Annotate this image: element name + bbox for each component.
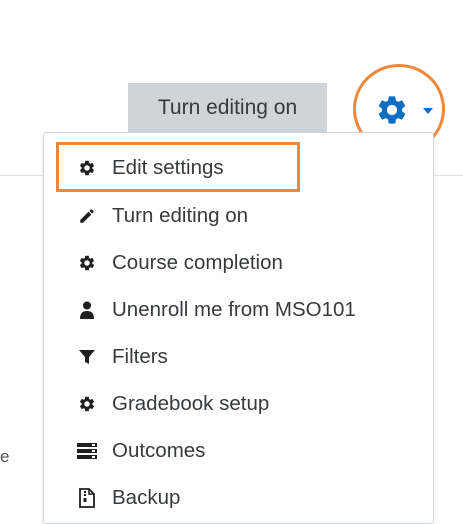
menu-item-turn-editing-on[interactable]: Turn editing on [76, 204, 248, 228]
divider-line [0, 175, 44, 176]
menu-item-filters[interactable]: Filters [76, 345, 168, 369]
menu-item-label: Outcomes [112, 439, 206, 462]
cropped-text: e [0, 447, 10, 466]
file-archive-icon [76, 488, 98, 508]
gear-icon [378, 96, 406, 124]
divider-line-right [432, 175, 463, 176]
server-icon [76, 441, 98, 461]
menu-item-label: Turn editing on [112, 204, 248, 227]
menu-item-edit-settings[interactable]: Edit settings [76, 156, 224, 180]
turn-editing-on-button[interactable]: Turn editing on [128, 83, 327, 133]
gear-icon [76, 253, 98, 273]
menu-item-unenroll[interactable]: Unenroll me from MSO101 [76, 298, 356, 322]
menu-item-label: Course completion [112, 251, 283, 274]
pencil-icon [76, 206, 98, 226]
gear-icon [76, 158, 98, 178]
menu-item-label: Backup [112, 486, 181, 509]
menu-item-course-completion[interactable]: Course completion [76, 251, 283, 275]
gear-icon [76, 394, 98, 414]
menu-item-label: Filters [112, 345, 168, 368]
menu-item-outcomes[interactable]: Outcomes [76, 439, 205, 463]
menu-item-gradebook-setup[interactable]: Gradebook setup [76, 392, 269, 416]
menu-item-label: Unenroll me from MSO101 [112, 298, 356, 321]
menu-item-label: Edit settings [112, 156, 224, 179]
settings-dropdown-menu: Edit settings Turn editing on Course com… [43, 132, 434, 524]
menu-item-backup[interactable]: Backup [76, 486, 180, 510]
menu-item-label: Gradebook setup [112, 392, 270, 415]
user-icon [76, 300, 98, 320]
filter-icon [76, 347, 98, 367]
caret-down-icon [423, 108, 433, 114]
